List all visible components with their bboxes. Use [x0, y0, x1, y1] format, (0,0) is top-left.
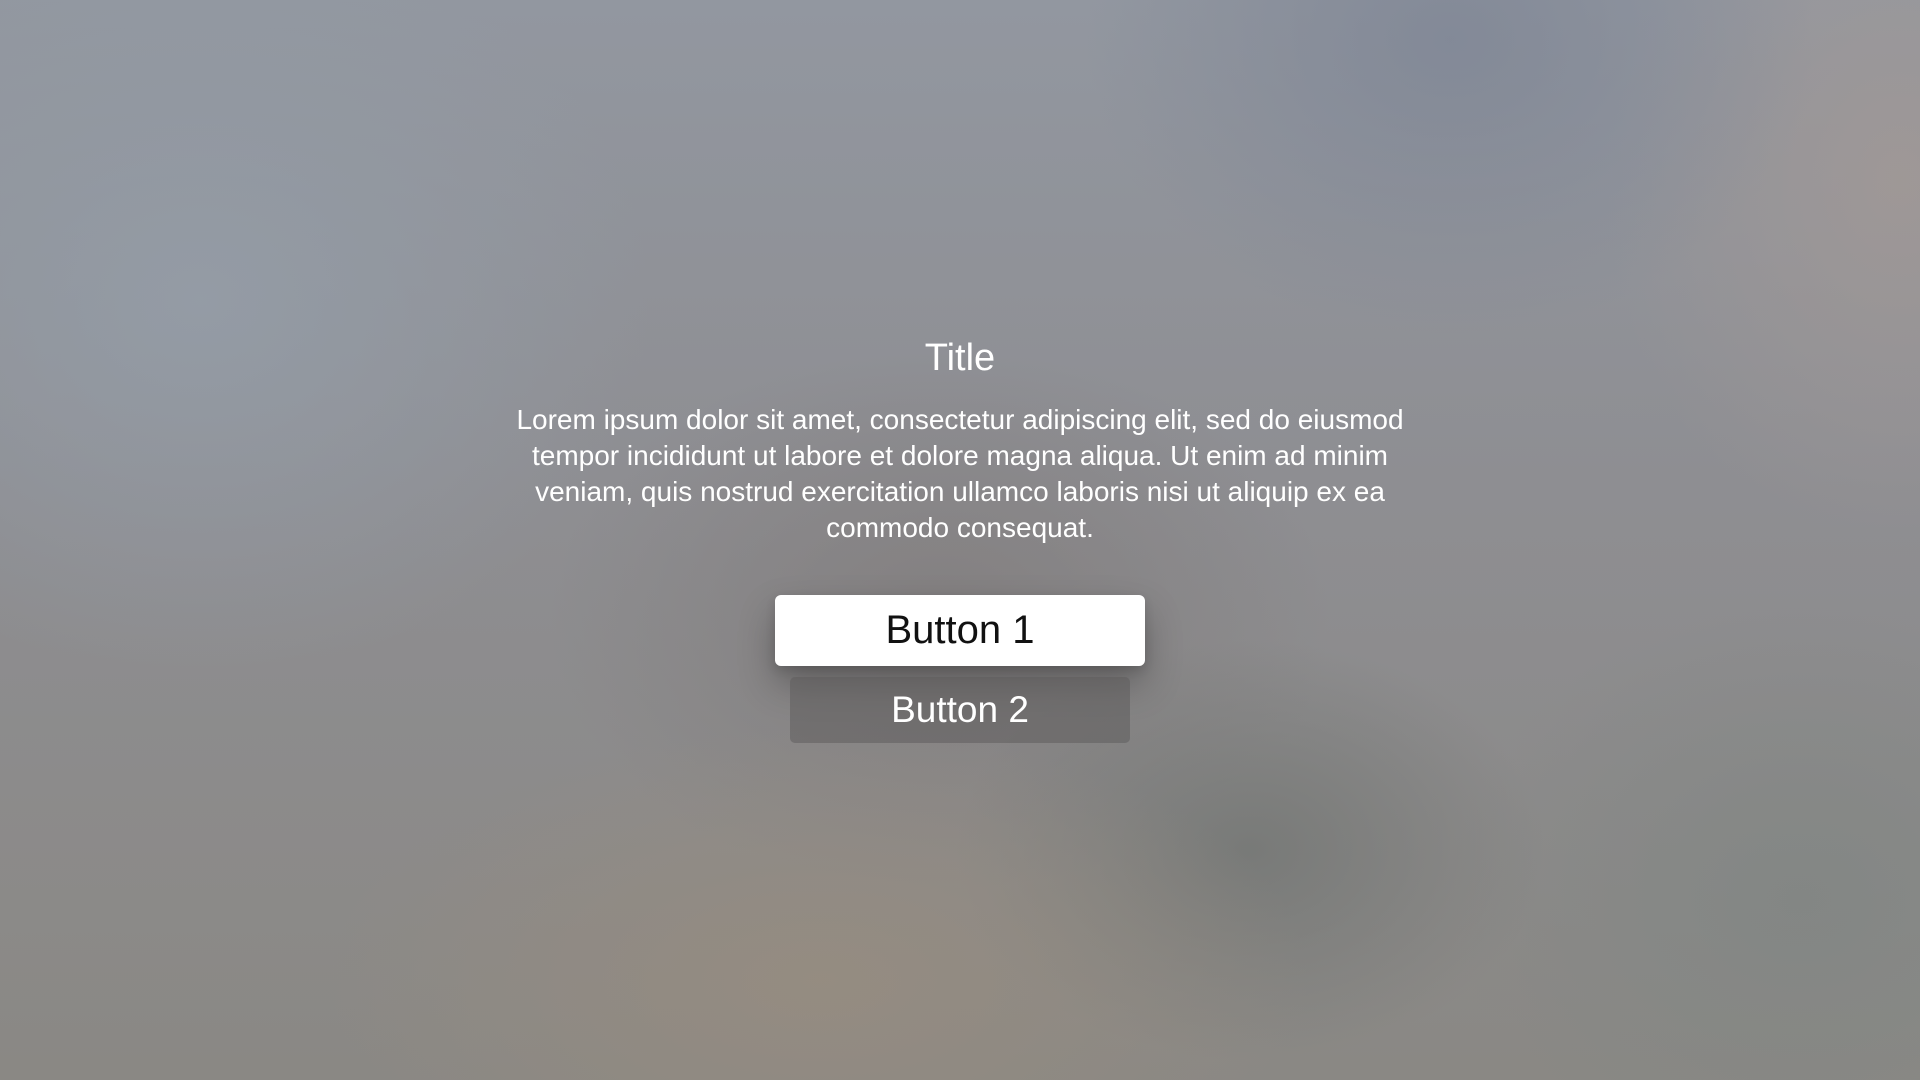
alert-dialog: Title Lorem ipsum dolor sit amet, consec…	[0, 0, 1920, 1080]
button-2[interactable]: Button 2	[790, 677, 1130, 743]
button-1[interactable]: Button 1	[775, 595, 1145, 666]
alert-title: Title	[924, 337, 996, 379]
alert-message: Lorem ipsum dolor sit amet, consectetur …	[516, 404, 1404, 543]
